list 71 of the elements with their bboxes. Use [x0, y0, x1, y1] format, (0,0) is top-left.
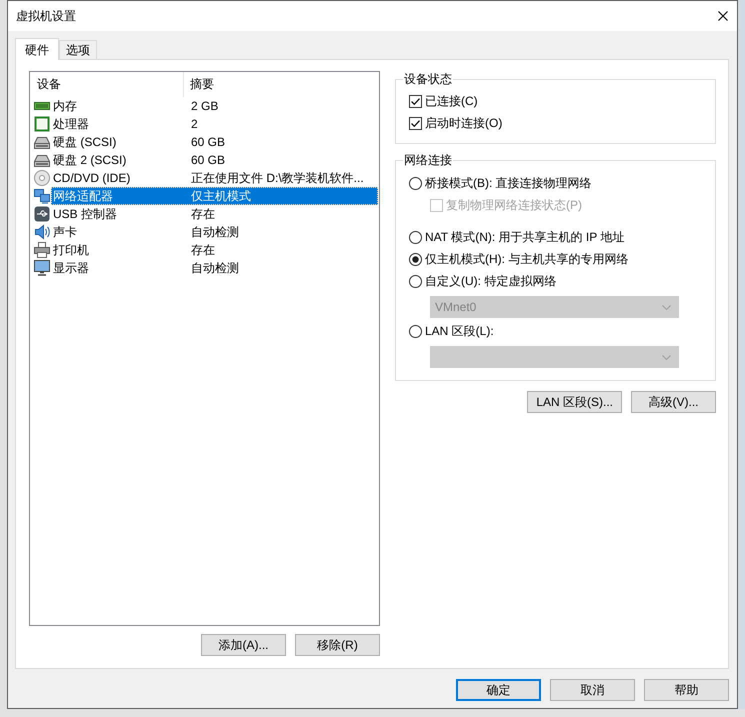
device-list-item[interactable]: 网络适配器 仅主机模式: [51, 187, 378, 205]
radio-label: 仅主机模式(H): 与主机共享的专用网络: [425, 251, 628, 267]
device-name: CD/DVD (IDE): [52, 170, 132, 186]
device-list-item[interactable]: 显示器 自动检测: [51, 259, 378, 277]
device-summary: 自动检测: [191, 260, 239, 276]
device-list-item[interactable]: CD/DVD (IDE) 正在使用文件 D:\教学装机软件...: [51, 169, 378, 187]
add-button[interactable]: 添加(A)...: [201, 634, 286, 656]
usb-icon: [34, 206, 50, 222]
device-name: 硬盘 (SCSI): [52, 134, 118, 150]
device-list-item[interactable]: USB 控制器 存在: [51, 205, 378, 223]
radio-label: 桥接模式(B): 直接连接物理网络: [425, 175, 592, 191]
checkbox[interactable]: [409, 116, 422, 130]
device-list-item[interactable]: 声卡 自动检测: [51, 223, 378, 241]
radio-button[interactable]: [409, 274, 422, 288]
column-header[interactable]: 设备: [30, 72, 184, 97]
radio-label: 自定义(U): 特定虚拟网络: [425, 273, 556, 289]
disc-icon: [34, 170, 50, 186]
monitor-icon: [34, 260, 50, 276]
hard-drive-icon: [34, 134, 50, 150]
device-name: 声卡: [52, 224, 78, 240]
device-summary: 2 GB: [191, 98, 218, 114]
tab[interactable]: 硬件: [15, 38, 59, 60]
checkbox-label: 复制物理网络连接状态(P): [446, 197, 582, 213]
device-name: 硬盘 2 (SCSI): [52, 152, 128, 168]
speaker-icon: [34, 224, 50, 240]
device-summary: 60 GB: [191, 134, 226, 150]
radio-label: NAT 模式(N): 用于共享主机的 IP 地址: [425, 229, 624, 245]
ok-button[interactable]: 确定: [456, 679, 541, 701]
radio-label: LAN 区段(L):: [425, 323, 494, 339]
radio-button[interactable]: [409, 324, 422, 338]
device-list-item[interactable]: 硬盘 (SCSI) 60 GB: [51, 133, 378, 151]
device-name: 内存: [52, 98, 78, 114]
tab[interactable]: 选项: [59, 40, 97, 59]
column-header[interactable]: 摘要: [184, 72, 214, 97]
network-computers-icon: [34, 188, 50, 204]
radio-button[interactable]: [409, 252, 422, 266]
device-summary: 60 GB: [191, 152, 226, 168]
help-button[interactable]: 帮助: [644, 679, 729, 701]
checkbox-label: 已连接(C): [425, 93, 478, 109]
radio-button[interactable]: [409, 230, 422, 244]
device-summary: 存在: [191, 206, 215, 222]
device-list-item[interactable]: 打印机 存在: [51, 241, 378, 259]
device-name: 处理器: [52, 116, 90, 132]
device-summary: 正在使用文件 D:\教学装机软件...: [191, 170, 364, 186]
group-title: 设备状态: [403, 71, 453, 87]
group-title: 网络连接: [403, 152, 453, 168]
device-list-item[interactable]: 硬盘 2 (SCSI) 60 GB: [51, 151, 378, 169]
cancel-button[interactable]: 取消: [550, 679, 635, 701]
device-summary: 2: [191, 116, 198, 132]
close-icon[interactable]: [718, 11, 728, 21]
lan-segments-button[interactable]: LAN 区段(S)...: [527, 391, 622, 413]
printer-icon: [34, 242, 50, 258]
device-name: 网络适配器: [52, 188, 114, 204]
device-list-item[interactable]: 内存 2 GB: [51, 97, 378, 115]
radio-button[interactable]: [409, 176, 422, 190]
chevron-down-icon: [662, 354, 671, 360]
window-title: 虚拟机设置: [16, 8, 76, 24]
chip-icon: [34, 116, 50, 132]
device-name: USB 控制器: [52, 206, 118, 222]
device-summary: 存在: [191, 242, 215, 258]
hard-drive-icon: [34, 152, 50, 168]
advanced-button[interactable]: 高级(V)...: [631, 391, 716, 413]
remove-button[interactable]: 移除(R): [295, 634, 380, 656]
device-summary: 自动检测: [191, 224, 239, 240]
chevron-down-icon: [662, 304, 671, 310]
device-list-item[interactable]: 处理器 2: [51, 115, 378, 133]
checkbox[interactable]: [409, 94, 422, 108]
checkbox-label: 启动时连接(O): [425, 115, 502, 131]
device-name: 打印机: [52, 242, 90, 258]
device-name: 显示器: [52, 260, 90, 276]
device-summary: 仅主机模式: [191, 188, 251, 204]
